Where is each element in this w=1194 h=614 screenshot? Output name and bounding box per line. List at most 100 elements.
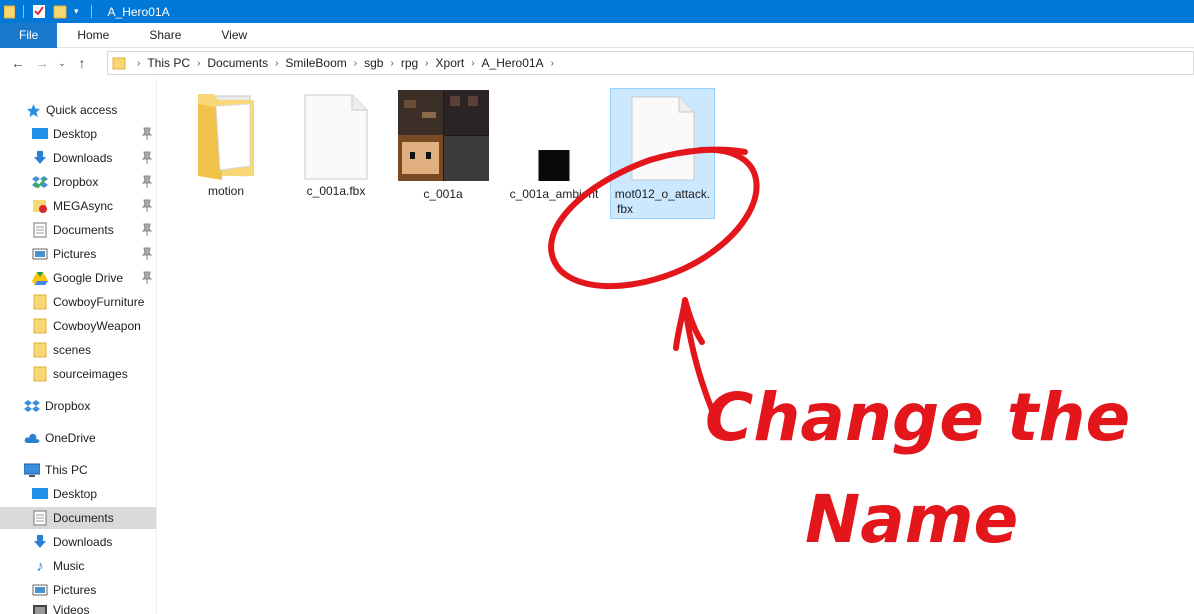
- qat-dropdown-icon[interactable]: ▾: [74, 6, 79, 17]
- forward-arrow-icon[interactable]: →: [30, 51, 54, 75]
- pin-icon[interactable]: [141, 271, 153, 285]
- divider: [23, 5, 24, 18]
- folder-icon: [32, 318, 48, 334]
- tab-share[interactable]: Share: [129, 23, 201, 48]
- sidebar-item-quick-access[interactable]: Quick access: [0, 99, 156, 121]
- sidebar-item-this-pc[interactable]: This PC: [0, 459, 156, 481]
- sidebar-item-google-drive[interactable]: Google Drive: [0, 267, 156, 289]
- file-name: c_001a.fbx: [306, 184, 366, 198]
- sidebar-item-onedrive[interactable]: OneDrive: [0, 427, 156, 449]
- sidebar-item-cowboyweapon[interactable]: CowboyWeapon: [0, 315, 156, 337]
- sidebar-item-label: Quick access: [46, 103, 118, 117]
- breadcrumb-a-hero01a[interactable]: A_Hero01A: [482, 56, 544, 70]
- sidebar-item-pc-videos[interactable]: Videos: [0, 603, 156, 614]
- sidebar-item-dropbox-root[interactable]: Dropbox: [0, 395, 156, 417]
- pin-icon[interactable]: [141, 223, 153, 237]
- breadcrumb-rpg[interactable]: rpg: [401, 56, 418, 70]
- sidebar-item-label: Downloads: [53, 535, 113, 549]
- file-name-line1: mot012_o_attack.: [614, 187, 711, 201]
- pictures-icon: [32, 582, 48, 598]
- pin-icon[interactable]: [141, 127, 153, 141]
- new-folder-icon[interactable]: [53, 4, 67, 19]
- file-item-motion[interactable]: motion: [178, 90, 274, 202]
- sidebar-item-megasync[interactable]: MEGAsync: [0, 195, 156, 217]
- navigation-bar: ← → ⌄ ↑ › This PC › Documents › SmileBoo…: [0, 48, 1194, 78]
- sidebar-item-label: OneDrive: [45, 431, 96, 445]
- breadcrumb-this-pc[interactable]: This PC: [147, 56, 190, 70]
- sidebar-item-pc-desktop[interactable]: Desktop: [0, 483, 156, 505]
- sidebar-item-sourceimages[interactable]: sourceimages: [0, 363, 156, 385]
- chevron-right-icon[interactable]: ›: [137, 58, 140, 69]
- sidebar-item-label: Desktop: [53, 127, 98, 141]
- sidebar-item-label: CowboyFurniture: [53, 295, 145, 309]
- sidebar-item-dropbox[interactable]: Dropbox: [0, 171, 156, 193]
- folder-icon[interactable]: [4, 5, 15, 19]
- sidebar-item-pc-downloads[interactable]: Downloads: [0, 531, 156, 553]
- file-name-line2: fbx: [617, 202, 634, 216]
- up-arrow-icon[interactable]: ↑: [70, 51, 94, 75]
- documents-icon: [32, 222, 48, 238]
- sidebar-item-label: Videos: [53, 603, 90, 614]
- chevron-right-icon[interactable]: ›: [551, 58, 554, 69]
- folder-icon: [32, 342, 48, 358]
- sidebar-item-documents[interactable]: Documents: [0, 219, 156, 241]
- pin-icon[interactable]: [141, 151, 153, 165]
- file-name: motion: [207, 184, 245, 198]
- breadcrumb-smileboom[interactable]: SmileBoom: [285, 56, 346, 70]
- tab-home[interactable]: Home: [57, 23, 129, 48]
- properties-icon[interactable]: [32, 4, 46, 19]
- title-bar: ▾ A_Hero01A: [0, 0, 1194, 23]
- address-bar[interactable]: › This PC › Documents › SmileBoom › sgb …: [107, 51, 1194, 75]
- navigation-pane: Quick access Desktop Downloads Dropbox M…: [0, 78, 157, 614]
- ribbon-tabs: File Home Share View: [0, 23, 1194, 48]
- file-item-mot012-o-attack-fbx[interactable]: mot012_o_attack. fbx: [610, 88, 715, 219]
- tab-file[interactable]: File: [0, 23, 58, 48]
- chevron-right-icon[interactable]: ›: [425, 58, 428, 69]
- sidebar-item-pc-music[interactable]: ♪ Music: [0, 555, 156, 577]
- sidebar-item-label: Downloads: [53, 151, 113, 165]
- breadcrumb-xport[interactable]: Xport: [436, 56, 465, 70]
- desktop-icon: [32, 486, 48, 502]
- computer-icon: [24, 462, 40, 478]
- chevron-right-icon[interactable]: ›: [197, 58, 200, 69]
- sidebar-item-downloads[interactable]: Downloads: [0, 147, 156, 169]
- pin-icon[interactable]: [141, 175, 153, 189]
- sidebar-item-label: Documents: [53, 511, 114, 525]
- recent-locations-icon[interactable]: ⌄: [54, 51, 70, 75]
- star-icon: [25, 102, 41, 118]
- sidebar-item-pc-documents[interactable]: Documents: [0, 507, 156, 529]
- sidebar-item-cowboyfurniture[interactable]: CowboyFurniture: [0, 291, 156, 313]
- breadcrumb-sgb[interactable]: sgb: [364, 56, 383, 70]
- file-item-c-001a[interactable]: c_001a: [396, 90, 490, 202]
- file-list-view: motion c_001a.fbx c_001a c_001a_ambient …: [158, 78, 1194, 614]
- chevron-right-icon[interactable]: ›: [275, 58, 278, 69]
- sidebar-item-scenes[interactable]: scenes: [0, 339, 156, 361]
- download-arrow-icon: [32, 150, 48, 166]
- folder-icon: [198, 94, 254, 180]
- sidebar-item-label: Desktop: [53, 487, 98, 501]
- folder-icon: [32, 294, 48, 310]
- sidebar-item-desktop[interactable]: Desktop: [0, 123, 156, 145]
- file-item-c-001a-ambient[interactable]: c_001a_ambient: [502, 150, 606, 202]
- back-arrow-icon[interactable]: ←: [6, 51, 30, 75]
- tab-view[interactable]: View: [201, 23, 267, 48]
- document-icon: [304, 94, 368, 180]
- sidebar-item-label: Google Drive: [53, 271, 124, 285]
- pin-icon[interactable]: [141, 199, 153, 213]
- megasync-folder-icon: [32, 198, 48, 214]
- sidebar-item-pc-pictures[interactable]: Pictures: [0, 579, 156, 601]
- image-thumbnail-icon: [538, 150, 570, 181]
- chevron-right-icon[interactable]: ›: [354, 58, 357, 69]
- sidebar-item-pictures[interactable]: Pictures: [0, 243, 156, 265]
- breadcrumb-documents[interactable]: Documents: [207, 56, 268, 70]
- chevron-right-icon[interactable]: ›: [471, 58, 474, 69]
- chevron-right-icon[interactable]: ›: [390, 58, 393, 69]
- pin-icon[interactable]: [141, 247, 153, 261]
- file-name: c_001a_ambient: [509, 187, 599, 201]
- sidebar-item-label: Dropbox: [45, 399, 91, 413]
- music-note-icon: ♪: [36, 557, 44, 575]
- document-icon: [631, 96, 694, 181]
- sidebar-item-label: CowboyWeapon: [53, 319, 141, 333]
- file-item-c-001a-fbx[interactable]: c_001a.fbx: [288, 90, 384, 202]
- documents-icon: [32, 510, 48, 526]
